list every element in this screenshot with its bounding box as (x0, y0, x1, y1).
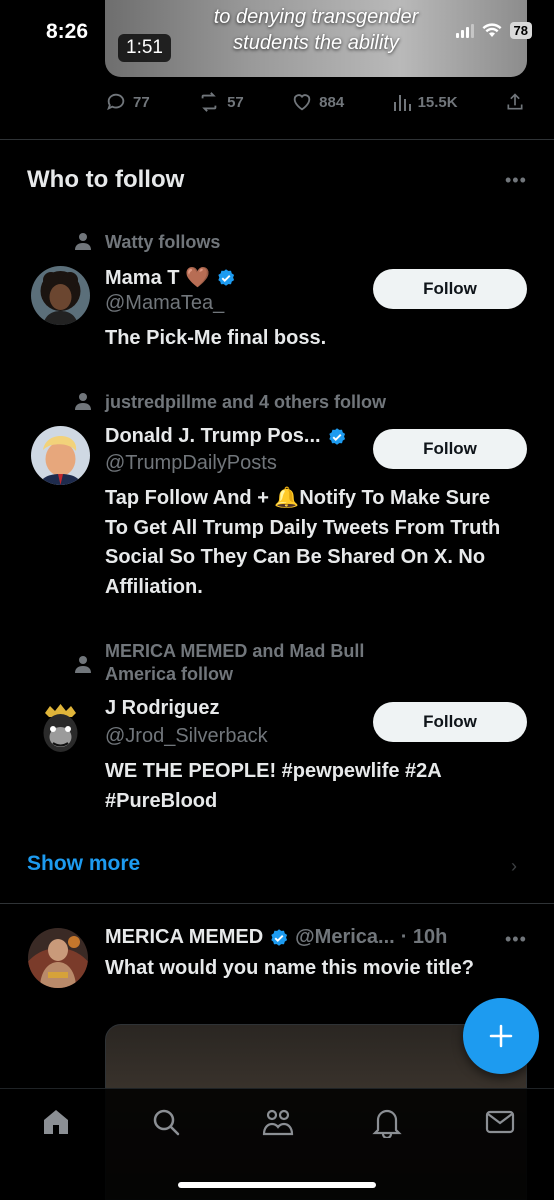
user-bio: Tap Follow And + 🔔Notify To Make Sure To… (105, 487, 501, 598)
retweet-button[interactable]: 57 (197, 91, 244, 113)
tweet-author-name[interactable]: MERICA MEMED (105, 926, 263, 949)
verified-badge-icon (328, 427, 345, 445)
reply-count: 77 (133, 93, 150, 111)
social-context-text: Watty follows (105, 232, 221, 252)
user-bio: WE THE PEOPLE! #pewpewlife #2A #PureBloo… (105, 760, 441, 812)
verified-badge-icon (271, 928, 288, 946)
user-name: Mama T 🤎 (105, 267, 210, 289)
status-icons: 78 (455, 22, 532, 39)
search-tab[interactable] (150, 1106, 182, 1143)
home-icon (44, 1110, 68, 1134)
views-icon (393, 95, 411, 111)
heart-icon (293, 94, 311, 111)
person-icon (75, 393, 91, 410)
user-handle: @MamaTea_ (105, 292, 225, 314)
notifications-tab[interactable] (372, 1106, 402, 1143)
tweet-action-bar: 77 57 884 15.5K (105, 90, 525, 114)
like-count: 884 (319, 93, 345, 111)
search-icon (153, 1109, 180, 1136)
messages-icon (485, 1110, 515, 1134)
reply-button[interactable]: 77 (105, 91, 150, 113)
user-name-line[interactable]: Donald J. Trump Pos... (105, 425, 347, 448)
tweet-timestamp: · 10h (400, 926, 448, 948)
retweet-count: 57 (227, 93, 244, 111)
compose-button[interactable] (463, 998, 539, 1074)
tweet-more-options-icon[interactable]: ••• (505, 929, 527, 950)
follow-button[interactable]: Follow (373, 702, 527, 742)
tweet-header: MERICA MEMED @Merica... · 10h (105, 926, 447, 949)
chevron-right-icon[interactable]: › (511, 856, 517, 877)
status-time: 8:26 (46, 20, 89, 43)
divider (0, 139, 554, 140)
avatar[interactable] (31, 699, 90, 758)
user-name: Donald J. Trump Pos... (105, 425, 321, 447)
retweet-icon (201, 92, 217, 112)
compose-plus-icon (489, 1024, 513, 1048)
divider (0, 903, 554, 904)
communities-tab[interactable] (261, 1106, 295, 1143)
like-button[interactable]: 884 (291, 91, 344, 113)
avatar[interactable] (31, 266, 90, 325)
video-duration-badge: 1:51 (118, 34, 171, 62)
cellular-signal-icon (455, 23, 474, 38)
who-to-follow-title: Who to follow (27, 166, 185, 193)
tweet-avatar[interactable] (28, 928, 88, 988)
show-more-link[interactable]: Show more (27, 852, 140, 876)
views-button[interactable]: 15.5K (392, 92, 458, 112)
follow-button[interactable]: Follow (373, 429, 527, 469)
home-tab[interactable] (40, 1106, 72, 1143)
wifi-icon (482, 23, 502, 38)
home-indicator (178, 1182, 376, 1188)
communities-icon (262, 1109, 294, 1136)
battery-indicator: 78 (509, 22, 532, 39)
verified-badge-icon (218, 268, 235, 286)
avatar[interactable] (31, 426, 90, 485)
more-options-icon[interactable]: ••• (505, 170, 527, 191)
social-context-text: MERICA MEMED and Mad Bull America follow (105, 641, 365, 684)
reply-icon (107, 93, 125, 111)
person-icon (75, 233, 91, 250)
user-handle: @Jrod_Silverback (105, 725, 268, 747)
person-icon (75, 656, 91, 673)
views-count: 15.5K (417, 93, 458, 111)
tweet-text: What would you name this movie title? (105, 957, 474, 979)
user-handle: @TrumpDailyPosts (105, 452, 277, 474)
user-bio: The Pick-Me final boss. (105, 327, 327, 349)
notifications-icon (372, 1109, 402, 1140)
user-name-line[interactable]: Mama T 🤎 (105, 265, 236, 290)
messages-tab[interactable] (484, 1106, 516, 1143)
social-context-text: justredpillme and 4 others follow (105, 392, 387, 412)
user-name: J Rodriguez (105, 697, 220, 719)
share-button[interactable] (505, 91, 525, 113)
tweet-author-handle[interactable]: @Merica... (295, 926, 395, 949)
share-icon (507, 93, 523, 110)
follow-button[interactable]: Follow (373, 269, 527, 309)
user-name-line[interactable]: J Rodriguez (105, 697, 219, 720)
